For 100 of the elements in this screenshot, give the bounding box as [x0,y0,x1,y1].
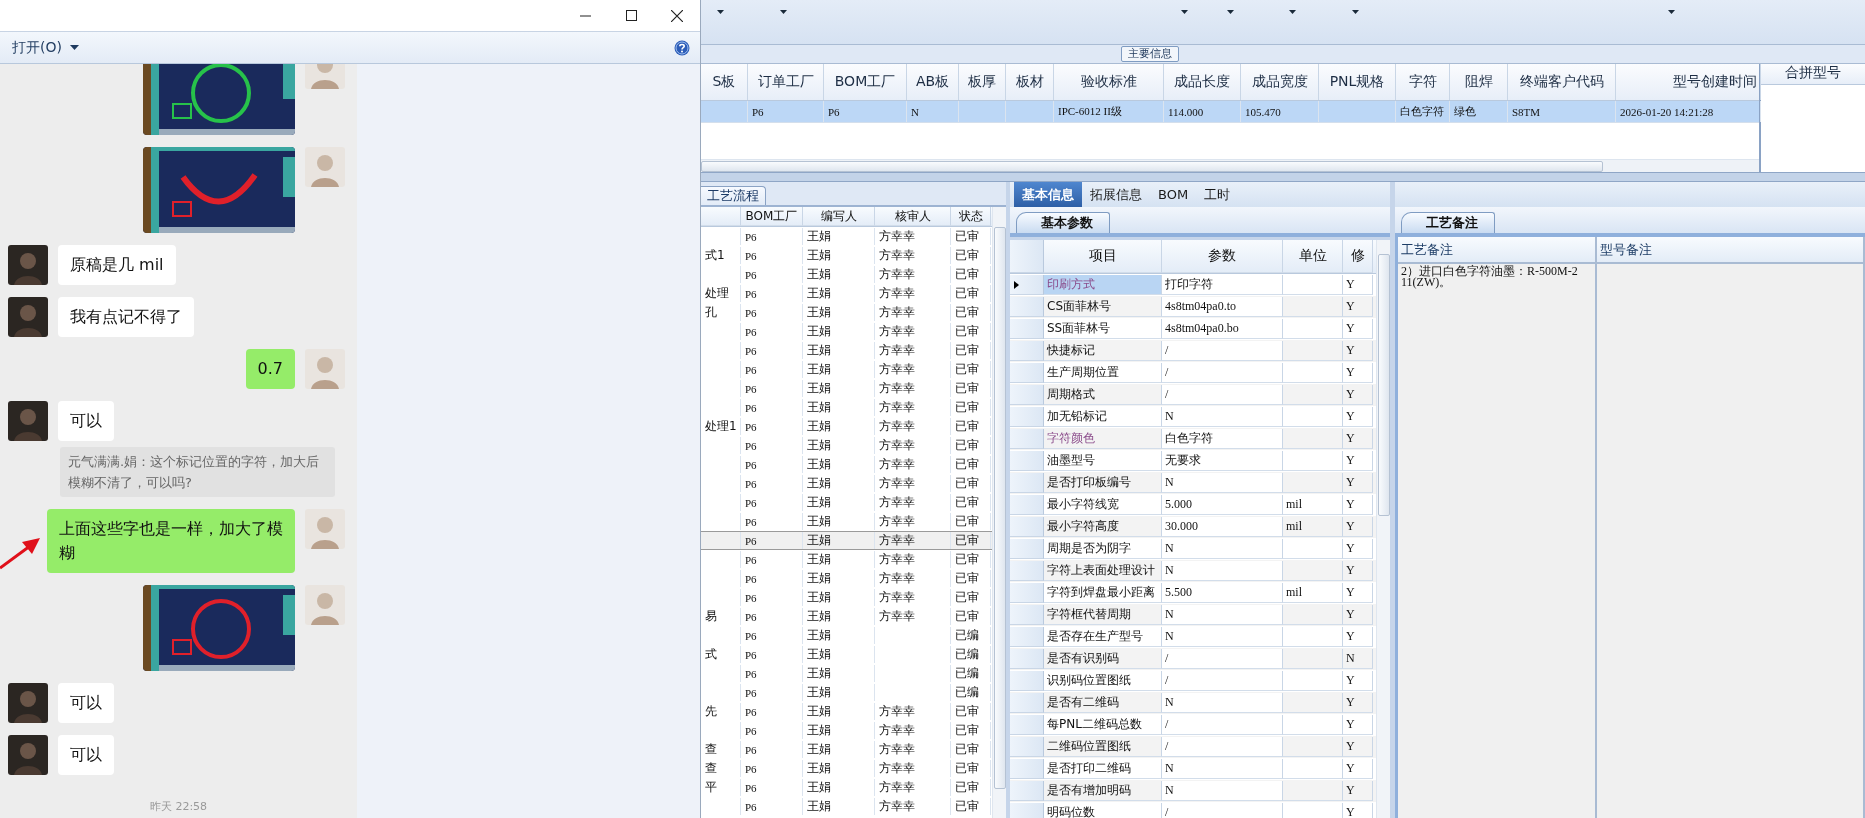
table-row[interactable]: 加无铅标记 N Y [1010,406,1376,428]
table-row[interactable]: 字符到焊盘最小距离 5.500 mil Y [1010,582,1376,604]
table-row[interactable]: 字符颜色 白色字符 Y [1010,428,1376,450]
column-header[interactable]: 板厚 [959,64,1006,100]
table-cell: 式1 [705,247,725,264]
column-header[interactable]: 状态 [951,207,991,226]
column-header[interactable]: 字符 [1396,64,1450,100]
table-cell: P6 [745,401,757,414]
table-cell: P6 [745,667,757,680]
table-row[interactable]: 周期是否为阴字 N Y [1010,538,1376,560]
table-cell: Y [1346,431,1355,446]
table-row[interactable]: 生产周期位置 / Y [1010,362,1376,384]
table-row[interactable]: CS面菲林号 4s8tm04pa0.to Y [1010,296,1376,318]
column-header[interactable]: 编写人 [803,207,875,226]
table-cell: 已编 [955,627,979,644]
table-cell: Y [1346,783,1355,798]
table-cell: 已审 [955,266,979,283]
tab[interactable]: BOM [1150,182,1197,207]
column-header[interactable]: 订单工厂 [748,64,824,100]
table-cell: 打印字符 [1165,276,1213,293]
table-row[interactable]: 油墨型号 无要求 Y [1010,450,1376,472]
table-cell: 已审 [955,589,979,606]
column-header[interactable]: 单位 [1283,240,1343,273]
table-row[interactable]: 是否存在生产型号 N Y [1010,626,1376,648]
tab[interactable]: 拓展信息 [1082,182,1150,207]
table-cell: 易 [705,608,717,625]
table-row[interactable]: 印刷方式 打印字符 Y [1010,274,1376,296]
open-menu[interactable]: 打开(O) [12,36,79,59]
tab[interactable]: 工艺备注 [1401,212,1495,233]
table-cell: 已审 [955,722,979,739]
table-row[interactable]: 二维码位置图纸 / Y [1010,736,1376,758]
column-header[interactable]: S板 [701,64,748,100]
table-cell: 5.000 [1165,497,1192,512]
table-row[interactable]: 快捷标记 / Y [1010,340,1376,362]
table-cell: 白色字符 [1165,430,1213,447]
table-cell: 方幸幸 [879,513,915,530]
table-row[interactable]: 字符框代替周期 N Y [1010,604,1376,626]
table-row[interactable]: 最小字符线宽 5.000 mil Y [1010,494,1376,516]
table-row[interactable]: 是否打印二维码 N Y [1010,758,1376,780]
column-header[interactable]: 终端客户代码 [1508,64,1616,100]
table-cell: 查 [705,741,717,758]
table-cell: Y [1346,409,1355,424]
table-cell: P6 [752,105,764,118]
table-cell: Y [1346,607,1355,622]
column-header[interactable]: 成品宽度 [1241,64,1319,100]
table-row[interactable]: 周期格式 / Y [1010,384,1376,406]
column-header[interactable]: AB板 [907,64,959,100]
table-row[interactable]: 字符上表面处理设计 N Y [1010,560,1376,582]
table-row[interactable]: 是否有识别码 / N [1010,648,1376,670]
tab[interactable]: 工艺流程 [701,186,766,205]
column-header[interactable]: 参数 [1162,240,1283,273]
table-cell: P6 [745,325,757,338]
message-bubble: 上面这些字也是一样，加大了模糊 [47,509,295,573]
column-header[interactable]: 阻焊 [1450,64,1508,100]
table-cell: 方幸幸 [879,418,915,435]
column-header[interactable]: 板材 [1006,64,1054,100]
table-row[interactable]: 是否有二维码 N Y [1010,692,1376,714]
table-cell: 方幸幸 [879,494,915,511]
table-row[interactable]: 识别码位置图纸 / Y [1010,670,1376,692]
table-cell: 王娟 [807,418,831,435]
column-header[interactable]: 核审人 [875,207,951,226]
column-header[interactable]: PNL规格 [1319,64,1396,100]
column-header[interactable]: BOM工厂 [824,64,907,100]
table-cell: 方幸幸 [879,798,915,815]
column-header[interactable]: 项目 [1044,240,1162,273]
timestamp: 昨天 22:58 [148,799,209,814]
table-row[interactable]: 最小字符高度 30.000 mil Y [1010,516,1376,538]
table-row[interactable]: P6 王娟 方幸幸 已审 [701,531,992,550]
table-row[interactable]: P6 P6 N IPC-6012 II级 114.000 105.470 白色字符 绿色 S8TM 2026-01-20 14:21:28 [701,101,1759,123]
table-cell[interactable]: 印刷方式 [1044,275,1162,295]
table-cell: / [1165,739,1169,754]
table-cell: 王娟 [807,665,831,682]
tab[interactable]: 工时 [1196,182,1239,207]
table-cell: 王娟 [807,779,831,796]
table-cell: 已审 [955,418,979,435]
column-header[interactable]: BOM工厂 [741,207,803,226]
table-cell: 已审 [955,741,979,758]
table-cell: 已审 [955,456,979,473]
table-cell: 已审 [955,475,979,492]
table-cell: Y [1346,519,1355,534]
table-row[interactable]: 是否打印板编号 N Y [1010,472,1376,494]
table-cell: 已编 [955,646,979,663]
table-row[interactable]: SS面菲林号 4s8tm04pa0.bo Y [1010,318,1376,340]
table-row[interactable]: 明码位数 / Y [1010,802,1376,818]
table-row[interactable]: 是否有增加明码 N Y [1010,780,1376,802]
table-cell: 王娟 [807,703,831,720]
quoted-message: 元气满满.娟：这个标记位置的字符，加大后模糊不清了，可以吗? [60,447,335,497]
column-header[interactable]: 合拼型号 [1761,64,1865,85]
table-cell: 方幸幸 [879,323,915,340]
table-cell: Y [1346,629,1355,644]
tab[interactable]: 基本信息 [1014,182,1082,207]
table-cell: P6 [745,458,757,471]
table-row[interactable]: 每PNL二维码总数 / Y [1010,714,1376,736]
tab[interactable]: 基本参数 [1016,212,1110,233]
table-cell: / [1165,365,1169,380]
column-header[interactable]: 成品长度 [1164,64,1241,100]
column-header[interactable]: 修 [1343,240,1373,273]
table-cell: P6 [745,800,757,813]
column-header[interactable]: 验收标准 [1054,64,1164,100]
table-cell: P6 [745,230,757,243]
